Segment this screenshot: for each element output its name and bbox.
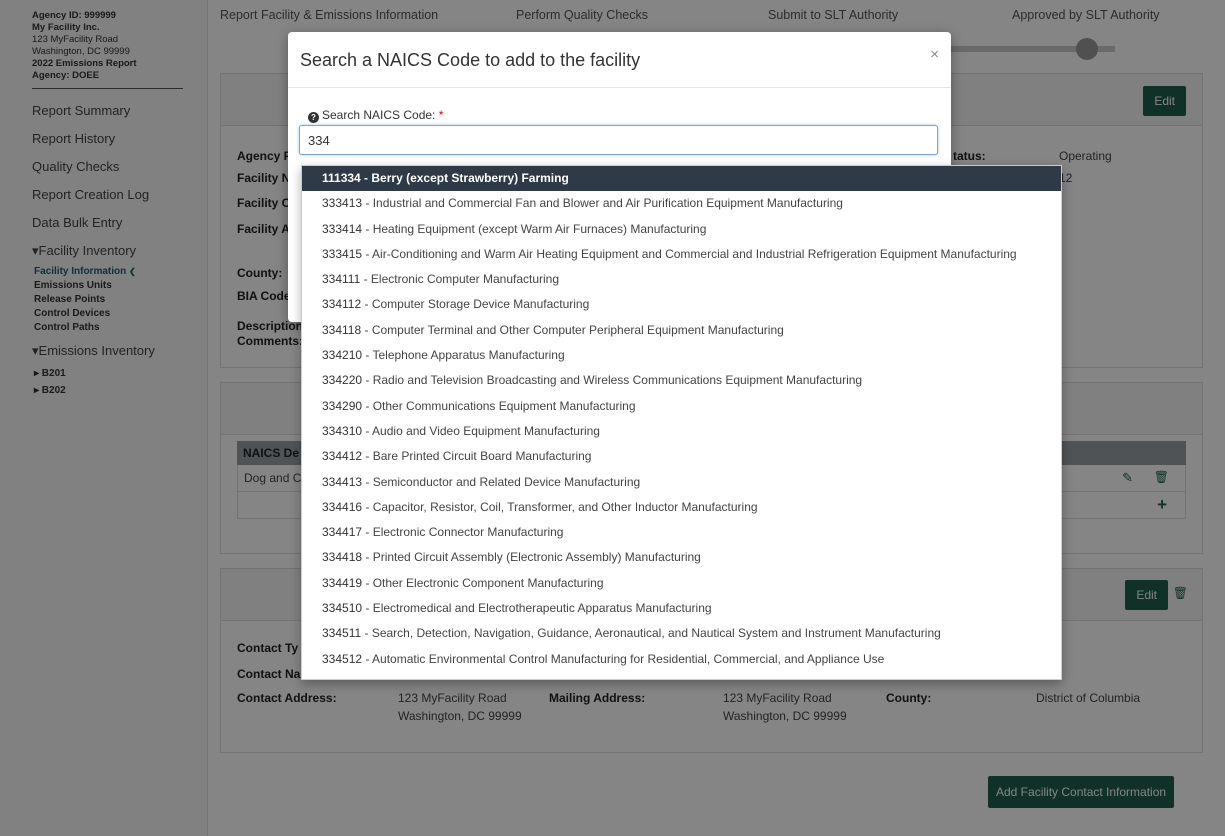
naics-option-code: 334418 xyxy=(322,550,363,565)
naics-option[interactable]: 334511 - Search, Detection, Navigation, … xyxy=(302,621,1061,646)
naics-option-description: - Audio and Video Equipment Manufacturin… xyxy=(362,423,600,438)
naics-dropdown: 111334 - Berry (except Strawberry) Farmi… xyxy=(301,165,1062,680)
naics-option[interactable]: 333415 - Air-Conditioning and Warm Air H… xyxy=(302,242,1061,267)
naics-option-description: - Heating Equipment (except Warm Air Fur… xyxy=(362,221,707,236)
naics-option[interactable]: 334510 - Electromedical and Electrothera… xyxy=(302,596,1061,621)
naics-option[interactable]: 334210 - Telephone Apparatus Manufacturi… xyxy=(302,343,1061,368)
naics-option-code: 334412 xyxy=(322,449,363,464)
naics-option-code: 334512 xyxy=(322,651,363,666)
naics-option-code: 334290 xyxy=(322,398,363,413)
naics-option-code: 334118 xyxy=(322,322,362,337)
naics-option-code: 334416 xyxy=(322,499,363,514)
naics-option-code: 334310 xyxy=(322,423,363,438)
naics-option-code: 334511 xyxy=(322,626,362,641)
naics-option-description: - Printed Circuit Assembly (Electronic A… xyxy=(362,550,701,565)
naics-option-description: - Other Communications Equipment Manufac… xyxy=(362,398,636,413)
naics-option-description: - Berry (except Strawberry) Farming xyxy=(360,171,569,185)
search-naics-label: ? Search NAICS Code: * xyxy=(308,108,443,123)
naics-option-description: - Electronic Connector Manufacturing xyxy=(362,525,564,540)
naics-option[interactable]: 334419 - Other Electronic Component Manu… xyxy=(302,571,1061,596)
naics-option-description: - Telephone Apparatus Manufacturing xyxy=(362,348,565,363)
naics-option[interactable]: 334512 - Automatic Environmental Control… xyxy=(302,647,1061,672)
naics-option-code: 333414 xyxy=(322,221,363,236)
naics-option-code: 334413 xyxy=(322,474,363,489)
naics-option-description: - Search, Detection, Navigation, Guidanc… xyxy=(361,626,941,641)
naics-option[interactable]: 334290 - Other Communications Equipment … xyxy=(302,394,1061,419)
naics-search-input[interactable] xyxy=(299,125,938,155)
naics-option[interactable]: 334220 - Radio and Television Broadcasti… xyxy=(302,368,1061,393)
naics-option-code: 334419 xyxy=(322,575,363,590)
naics-option-description: - Bare Printed Circuit Board Manufacturi… xyxy=(362,449,592,464)
naics-option-code: 333413 xyxy=(322,196,363,211)
naics-option-description: - Computer Storage Device Manufacturing xyxy=(361,297,590,312)
naics-option[interactable]: 334417 - Electronic Connector Manufactur… xyxy=(302,520,1061,545)
naics-option[interactable]: 334112 - Computer Storage Device Manufac… xyxy=(302,292,1061,317)
naics-option[interactable]: 334416 - Capacitor, Resistor, Coil, Tran… xyxy=(302,495,1061,520)
question-circle-icon: ? xyxy=(308,112,319,123)
naics-option[interactable]: 333413 - Industrial and Commercial Fan a… xyxy=(302,191,1061,216)
naics-option-description: - Air-Conditioning and Warm Air Heating … xyxy=(362,246,1017,261)
modal-header: Search a NAICS Code to add to the facili… xyxy=(288,32,951,88)
naics-option-code: 334210 xyxy=(322,348,363,363)
naics-option-description: - Automatic Environmental Control Manufa… xyxy=(362,651,885,666)
close-icon[interactable]: × xyxy=(930,46,939,63)
naics-option[interactable]: 111334 - Berry (except Strawberry) Farmi… xyxy=(302,166,1061,192)
naics-option[interactable]: 334413 - Semiconductor and Related Devic… xyxy=(302,470,1061,495)
naics-option-code: 334111 xyxy=(322,272,361,287)
naics-option-code: 334112 xyxy=(322,297,362,312)
naics-option-description: - Semiconductor and Related Device Manuf… xyxy=(362,474,641,489)
naics-option-code: 111334 xyxy=(322,171,361,185)
naics-option-code: 333415 xyxy=(322,246,363,261)
naics-option[interactable]: 334412 - Bare Printed Circuit Board Manu… xyxy=(302,444,1061,469)
modal-title: Search a NAICS Code to add to the facili… xyxy=(300,50,641,70)
naics-option-description: - Electronic Computer Manufacturing xyxy=(360,272,560,287)
naics-option-code: 334510 xyxy=(322,601,363,616)
naics-option-code: 334220 xyxy=(322,373,363,388)
naics-option[interactable]: 334118 - Computer Terminal and Other Com… xyxy=(302,318,1061,343)
naics-option[interactable]: 334111 - Electronic Computer Manufacturi… xyxy=(302,267,1061,292)
naics-option-description: - Electromedical and Electrotherapeutic … xyxy=(362,601,712,616)
naics-option[interactable]: 334418 - Printed Circuit Assembly (Elect… xyxy=(302,545,1061,570)
naics-option[interactable]: 333414 - Heating Equipment (except Warm … xyxy=(302,217,1061,242)
naics-option-description: - Other Electronic Component Manufacturi… xyxy=(362,575,604,590)
naics-option-code: 334417 xyxy=(322,525,363,540)
search-naics-label-text: Search NAICS Code: xyxy=(322,108,436,122)
required-marker: * xyxy=(438,108,444,122)
naics-option[interactable]: 334310 - Audio and Video Equipment Manuf… xyxy=(302,419,1061,444)
naics-option-description: - Capacitor, Resistor, Coil, Transformer… xyxy=(362,499,758,514)
naics-option-description: - Radio and Television Broadcasting and … xyxy=(362,373,863,388)
naics-option-description: - Industrial and Commercial Fan and Blow… xyxy=(362,196,843,211)
naics-option-description: - Computer Terminal and Other Computer P… xyxy=(361,322,784,337)
